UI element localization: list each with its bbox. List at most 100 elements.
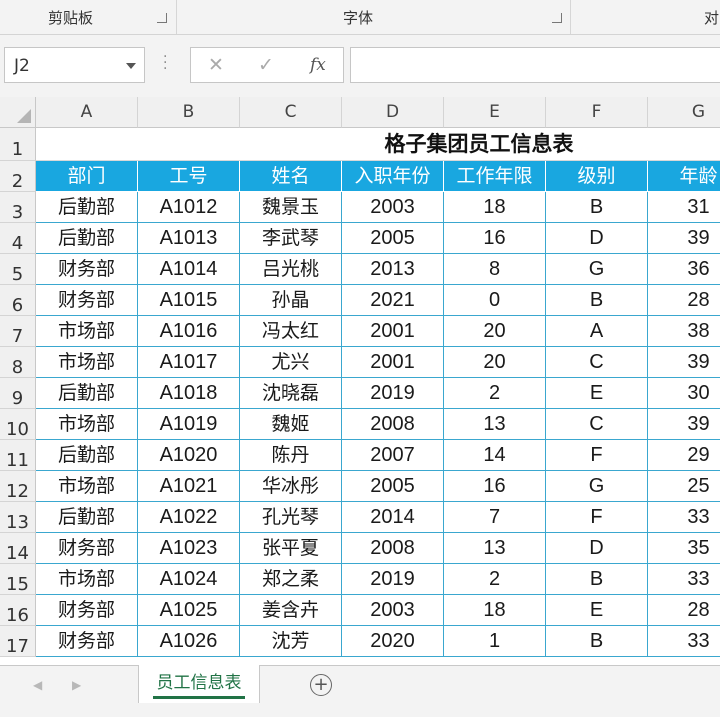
table-cell[interactable]: 后勤部 [36, 502, 138, 533]
sheet-title-cell[interactable]: 格子集团员工信息表 [36, 128, 720, 161]
table-cell[interactable]: 8 [444, 254, 546, 285]
table-cell[interactable]: 35 [648, 533, 720, 564]
table-cell[interactable]: 36 [648, 254, 720, 285]
name-box[interactable]: J2 [4, 47, 145, 83]
table-cell[interactable]: B [546, 285, 648, 316]
table-cell[interactable]: 郑之柔 [240, 564, 342, 595]
table-header-cell[interactable]: 入职年份 [342, 161, 444, 192]
table-cell[interactable]: 陈丹 [240, 440, 342, 471]
table-cell[interactable]: A1012 [138, 192, 240, 223]
table-cell[interactable]: 市场部 [36, 316, 138, 347]
table-cell[interactable]: C [546, 347, 648, 378]
column-header-g[interactable]: G [648, 97, 720, 128]
table-cell[interactable]: 7 [444, 502, 546, 533]
table-header-cell[interactable]: 级别 [546, 161, 648, 192]
table-cell[interactable]: 2020 [342, 626, 444, 657]
column-header-b[interactable]: B [138, 97, 240, 128]
table-cell[interactable]: 38 [648, 316, 720, 347]
table-cell[interactable]: A1019 [138, 409, 240, 440]
column-header-a[interactable]: A [36, 97, 138, 128]
table-cell[interactable]: 28 [648, 595, 720, 626]
column-header-e[interactable]: E [444, 97, 546, 128]
table-cell[interactable]: 2003 [342, 595, 444, 626]
table-cell[interactable]: F [546, 440, 648, 471]
table-cell[interactable]: B [546, 192, 648, 223]
row-header-10[interactable]: 10 [0, 409, 36, 440]
table-cell[interactable]: 财务部 [36, 626, 138, 657]
table-cell[interactable]: 财务部 [36, 595, 138, 626]
table-cell[interactable]: 2008 [342, 409, 444, 440]
table-cell[interactable]: A1016 [138, 316, 240, 347]
table-cell[interactable]: E [546, 595, 648, 626]
chevron-down-icon[interactable] [126, 63, 136, 69]
table-cell[interactable]: 2001 [342, 316, 444, 347]
column-header-f[interactable]: F [546, 97, 648, 128]
table-cell[interactable]: 2021 [342, 285, 444, 316]
table-cell[interactable]: 20 [444, 347, 546, 378]
table-cell[interactable]: A1022 [138, 502, 240, 533]
table-cell[interactable]: 13 [444, 409, 546, 440]
table-cell[interactable]: E [546, 378, 648, 409]
column-header-d[interactable]: D [342, 97, 444, 128]
table-cell[interactable]: A1024 [138, 564, 240, 595]
table-cell[interactable]: A1017 [138, 347, 240, 378]
table-cell[interactable]: 2001 [342, 347, 444, 378]
table-cell[interactable]: 1 [444, 626, 546, 657]
row-header-17[interactable]: 17 [0, 626, 36, 657]
table-cell[interactable]: C [546, 409, 648, 440]
table-cell[interactable]: 18 [444, 595, 546, 626]
table-cell[interactable]: A1015 [138, 285, 240, 316]
table-cell[interactable]: 2003 [342, 192, 444, 223]
table-cell[interactable]: A1013 [138, 223, 240, 254]
row-header-6[interactable]: 6 [0, 285, 36, 316]
table-cell[interactable]: B [546, 626, 648, 657]
clipboard-dialog-launcher-icon[interactable] [157, 13, 167, 23]
row-header-12[interactable]: 12 [0, 471, 36, 502]
table-cell[interactable]: D [546, 533, 648, 564]
table-cell[interactable]: 39 [648, 223, 720, 254]
table-cell[interactable]: 华冰彤 [240, 471, 342, 502]
formula-input[interactable] [350, 47, 720, 83]
table-cell[interactable]: A1026 [138, 626, 240, 657]
table-cell[interactable]: 后勤部 [36, 440, 138, 471]
table-cell[interactable]: 2007 [342, 440, 444, 471]
table-cell[interactable]: 张平夏 [240, 533, 342, 564]
table-cell[interactable]: 后勤部 [36, 192, 138, 223]
table-cell[interactable]: F [546, 502, 648, 533]
tab-scroll-right-icon[interactable]: ▶ [72, 678, 81, 692]
table-cell[interactable]: 孔光琴 [240, 502, 342, 533]
table-cell[interactable]: 29 [648, 440, 720, 471]
table-cell[interactable]: D [546, 223, 648, 254]
table-cell[interactable]: 16 [444, 223, 546, 254]
table-cell[interactable]: 2013 [342, 254, 444, 285]
spreadsheet-grid[interactable]: 格子集团员工信息表 A B C D E F G 1 2 3 4 5 6 7 8 9 10 11 12 13 14 15 16… [0, 97, 720, 665]
row-header-13[interactable]: 13 [0, 502, 36, 533]
table-cell[interactable]: 2008 [342, 533, 444, 564]
table-cell[interactable]: 孙晶 [240, 285, 342, 316]
table-cell[interactable]: 魏景玉 [240, 192, 342, 223]
row-header-3[interactable]: 3 [0, 192, 36, 223]
row-header-11[interactable]: 11 [0, 440, 36, 471]
table-cell[interactable]: 2019 [342, 378, 444, 409]
table-header-cell[interactable]: 工作年限 [444, 161, 546, 192]
table-cell[interactable]: 市场部 [36, 409, 138, 440]
table-cell[interactable]: A1020 [138, 440, 240, 471]
table-header-cell[interactable]: 工号 [138, 161, 240, 192]
table-cell[interactable]: 2005 [342, 471, 444, 502]
row-header-4[interactable]: 4 [0, 223, 36, 254]
table-cell[interactable]: A1025 [138, 595, 240, 626]
table-cell[interactable]: A1018 [138, 378, 240, 409]
table-cell[interactable]: 财务部 [36, 285, 138, 316]
table-header-cell[interactable]: 部门 [36, 161, 138, 192]
table-cell[interactable]: A [546, 316, 648, 347]
row-header-14[interactable]: 14 [0, 533, 36, 564]
table-cell[interactable]: 市场部 [36, 564, 138, 595]
table-cell[interactable]: 39 [648, 347, 720, 378]
table-cell[interactable]: 尤兴 [240, 347, 342, 378]
table-cell[interactable]: 33 [648, 564, 720, 595]
table-cell[interactable]: A1023 [138, 533, 240, 564]
table-cell[interactable]: 2005 [342, 223, 444, 254]
row-header-2[interactable]: 2 [0, 161, 36, 192]
select-all-corner[interactable] [0, 97, 36, 128]
row-header-5[interactable]: 5 [0, 254, 36, 285]
